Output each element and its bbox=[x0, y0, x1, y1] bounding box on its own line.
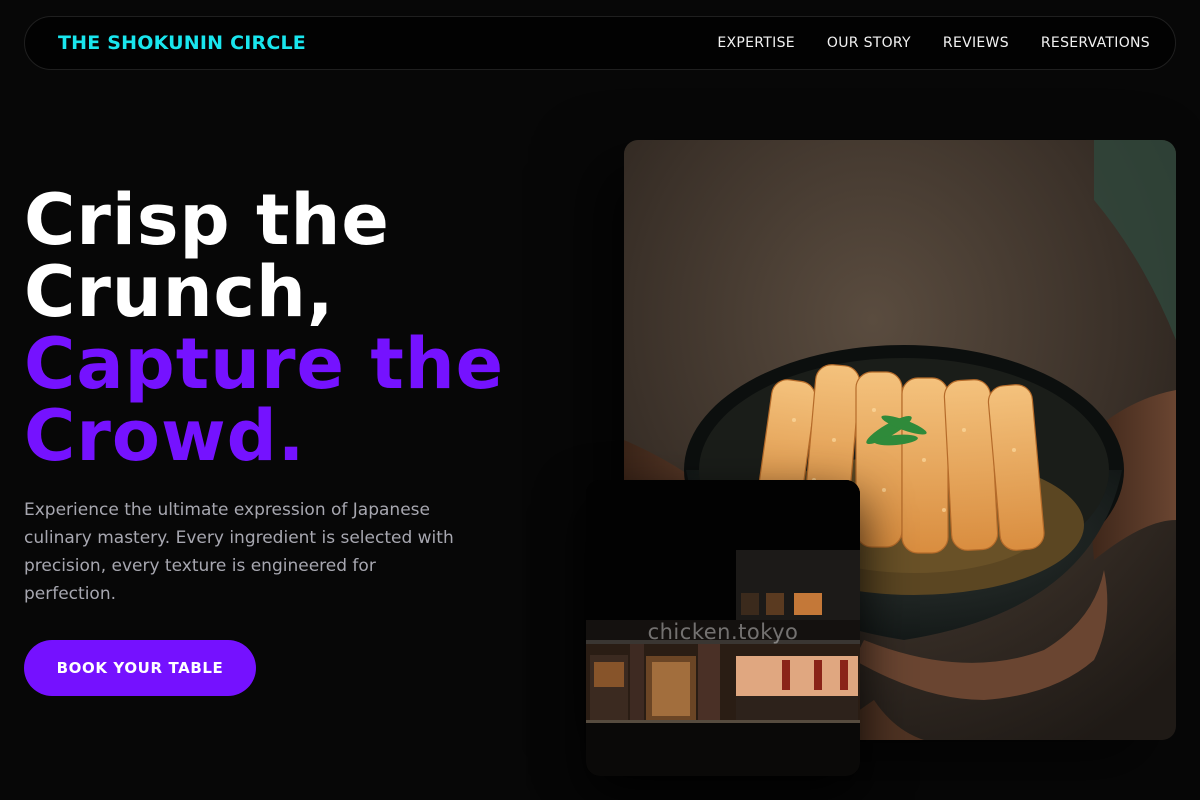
nav-link-our-story[interactable]: OUR STORY bbox=[827, 35, 911, 51]
hero-description: Experience the ultimate expression of Ja… bbox=[24, 500, 454, 604]
nav-link-expertise[interactable]: EXPERTISE bbox=[717, 35, 795, 51]
nav-link-reservations[interactable]: RESERVATIONS bbox=[1041, 35, 1150, 51]
book-table-button[interactable]: BOOK YOUR TABLE bbox=[24, 640, 256, 696]
nav-links: EXPERTISE OUR STORY REVIEWS RESERVATIONS bbox=[717, 35, 1150, 51]
hero-headline: Crisp the Crunch, Capture the Crowd. bbox=[24, 184, 584, 472]
nav-link-reviews[interactable]: REVIEWS bbox=[943, 35, 1009, 51]
headline-line-2: Crunch, bbox=[24, 251, 335, 333]
storefront-photo: chicken.tokyo bbox=[586, 480, 860, 776]
headline-line-1: Crisp the bbox=[24, 179, 390, 261]
photo-watermark: chicken.tokyo bbox=[647, 620, 799, 644]
headline-line-3: Capture the bbox=[24, 323, 505, 405]
headline-line-4: Crowd. bbox=[24, 395, 306, 477]
top-navigation: THE SHOKUNIN CIRCLE EXPERTISE OUR STORY … bbox=[24, 16, 1176, 70]
brand-logo[interactable]: THE SHOKUNIN CIRCLE bbox=[58, 32, 306, 54]
landing-page: THE SHOKUNIN CIRCLE EXPERTISE OUR STORY … bbox=[0, 0, 1200, 800]
